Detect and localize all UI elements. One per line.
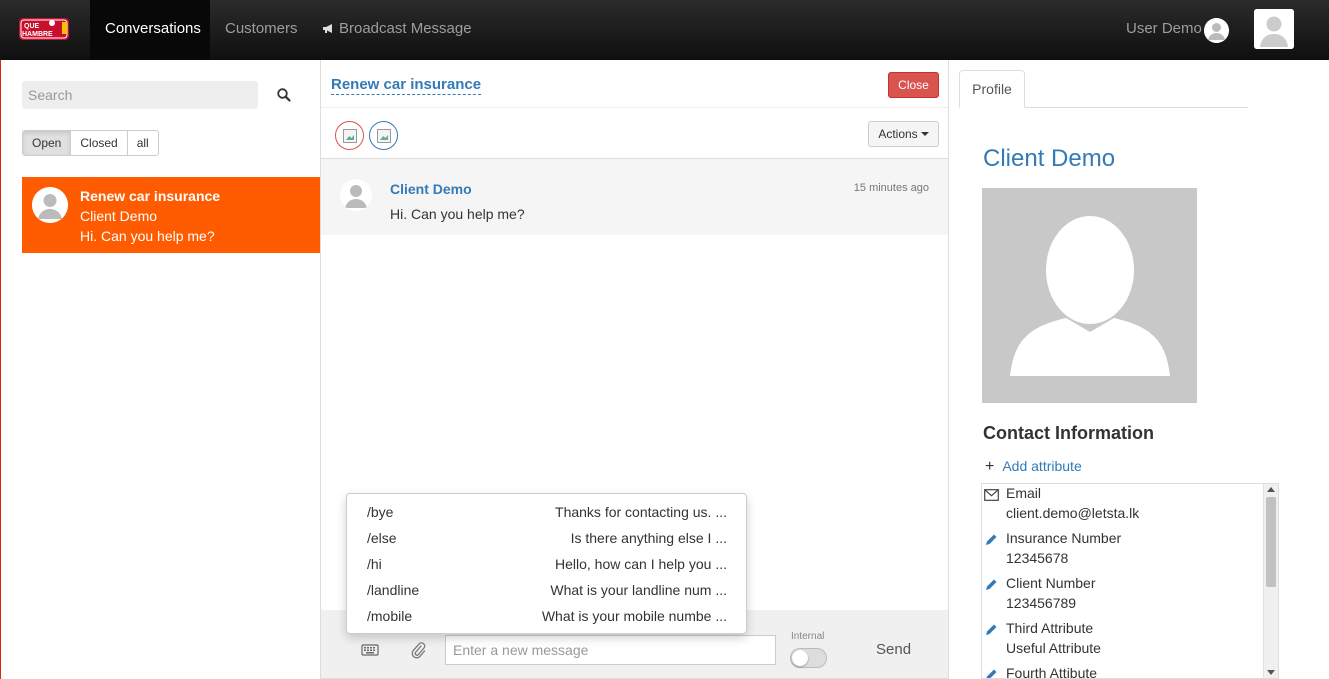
nav-broadcast-message[interactable]: Broadcast Message [307, 0, 487, 60]
client-name: Client Demo [983, 145, 1116, 172]
attribute-value: Useful Attribute [1006, 640, 1101, 656]
message-author-avatar-icon [340, 179, 372, 211]
message-item: Client Demo 15 minutes ago Hi. Can you h… [321, 159, 948, 235]
filter-all-button[interactable]: all [127, 131, 158, 155]
canned-response-item[interactable]: /hi Hello, how can I help you ... [347, 551, 746, 577]
attribute-list-scrollbar[interactable] [1263, 484, 1278, 678]
pencil-icon [984, 578, 998, 592]
message-timestamp: 15 minutes ago [853, 182, 929, 194]
megaphone-icon [323, 24, 332, 33]
nav-broadcast-label: Broadcast Message [339, 20, 472, 37]
canned-command: /bye [367, 504, 394, 520]
svg-text:QUE: QUE [24, 23, 40, 30]
tab-profile[interactable]: Profile [959, 70, 1025, 108]
attribute-value: 12345678 [1006, 550, 1069, 566]
header-divider [321, 107, 948, 108]
contact-information-title: Contact Information [983, 423, 1154, 443]
canned-response-item[interactable]: /bye Thanks for contacting us. ... [347, 499, 746, 525]
scroll-down-arrow-icon[interactable] [1267, 670, 1275, 675]
canned-command: /else [367, 530, 397, 546]
user-name[interactable]: User Demo [1126, 0, 1202, 58]
attribute-item[interactable]: Insurance Number 12345678 [982, 530, 1262, 575]
close-conversation-button[interactable]: Close [888, 72, 939, 98]
caret-down-icon [920, 132, 929, 136]
pencil-icon [984, 668, 998, 678]
canned-response-item[interactable]: /landline What is your landline num ... [347, 577, 746, 603]
keyboard-icon[interactable] [361, 643, 379, 657]
profile-tabs: Profile [959, 70, 1248, 108]
message-text: Hi. Can you help me? [390, 206, 525, 222]
conversation-item-last-message: Hi. Can you help me? [80, 228, 215, 244]
plus-icon: + [985, 458, 995, 475]
message-author: Client Demo [390, 181, 472, 197]
conversation-item-client: Client Demo [80, 208, 158, 224]
broken-image-icon [343, 129, 357, 143]
paperclip-icon[interactable] [410, 641, 426, 659]
client-avatar-icon [32, 187, 68, 223]
actions-dropdown-button[interactable]: Actions [868, 121, 939, 147]
attribute-label: Insurance Number [1006, 530, 1122, 546]
canned-text: Thanks for contacting us. ... [555, 504, 727, 520]
internal-toggle[interactable] [790, 648, 827, 668]
agent-avatar-icon[interactable] [335, 121, 364, 150]
canned-response-item[interactable]: /mobile What is your mobile numbe ... [347, 603, 746, 629]
top-navbar: QUE HAMBRE Conversations Customers Broad… [0, 0, 1329, 60]
pencil-icon [984, 533, 998, 547]
svg-text:HAMBRE: HAMBRE [22, 31, 53, 38]
actions-label: Actions [878, 127, 918, 141]
toggle-knob [792, 650, 808, 666]
attribute-label: Email [1006, 485, 1042, 501]
attribute-label: Client Number [1006, 575, 1096, 591]
attribute-value: client.demo@letsta.lk [1006, 505, 1140, 521]
user-avatar-icon[interactable] [1204, 18, 1229, 43]
conversation-list-panel: Open Closed all Renew car insurance Clie… [0, 60, 320, 679]
filter-open-button[interactable]: Open [23, 131, 72, 155]
conversation-panel: Renew car insurance Close Actions Client… [320, 60, 949, 679]
canned-text: What is your landline num ... [550, 582, 727, 598]
canned-text: Is there anything else I ... [570, 530, 727, 546]
attribute-item[interactable]: Email client.demo@letsta.lk [982, 485, 1262, 530]
brand-logo[interactable]: QUE HAMBRE [18, 14, 72, 44]
message-input[interactable] [445, 635, 776, 665]
add-attribute-label: Add attribute [1002, 458, 1082, 474]
attribute-list: Email client.demo@letsta.lk Insurance Nu… [981, 483, 1279, 679]
nav-conversations[interactable]: Conversations [90, 0, 210, 60]
canned-text: What is your mobile numbe ... [541, 608, 727, 624]
internal-label: Internal [791, 631, 825, 642]
attribute-label: Fourth Attibute [1006, 665, 1098, 679]
add-attribute-link[interactable]: + Add attribute [985, 458, 1082, 476]
canned-responses-popup: /bye Thanks for contacting us. ... /else I… [346, 493, 747, 634]
send-button[interactable]: Send [876, 641, 911, 658]
broken-image-icon [377, 129, 391, 143]
agent-avatar-icon[interactable] [369, 121, 398, 150]
canned-command: /hi [367, 556, 382, 572]
pencil-icon [984, 623, 998, 637]
conversation-item-title: Renew car insurance [80, 188, 221, 204]
attribute-label: Third Attribute [1006, 620, 1094, 636]
attribute-item[interactable]: Third Attribute Useful Attribute [982, 620, 1262, 665]
conversation-list-item[interactable]: Renew car insurance Client Demo Hi. Can … [22, 177, 320, 253]
canned-command: /landline [367, 582, 420, 598]
attribute-item[interactable]: Fourth Attibute [982, 665, 1262, 679]
canned-text: Hello, how can I help you ... [555, 556, 727, 572]
profile-picture-icon[interactable] [1254, 9, 1294, 49]
search-icon[interactable] [276, 87, 292, 103]
scroll-up-arrow-icon[interactable] [1267, 487, 1275, 492]
filter-closed-button[interactable]: Closed [71, 131, 128, 155]
scrollbar-thumb[interactable] [1266, 497, 1276, 587]
attribute-item[interactable]: Client Number 123456789 [982, 575, 1262, 620]
client-photo-placeholder [982, 188, 1197, 403]
envelope-icon [984, 488, 999, 502]
nav-customers[interactable]: Customers [210, 0, 313, 60]
canned-command: /mobile [367, 608, 413, 624]
search-input[interactable] [22, 81, 258, 109]
canned-response-item[interactable]: /else Is there anything else I ... [347, 525, 746, 551]
profile-panel: Profile Client Demo Contact Information … [949, 60, 1329, 679]
conversation-title[interactable]: Renew car insurance [331, 76, 482, 95]
conversation-filter: Open Closed all [22, 130, 159, 156]
attribute-value: 123456789 [1006, 595, 1077, 611]
